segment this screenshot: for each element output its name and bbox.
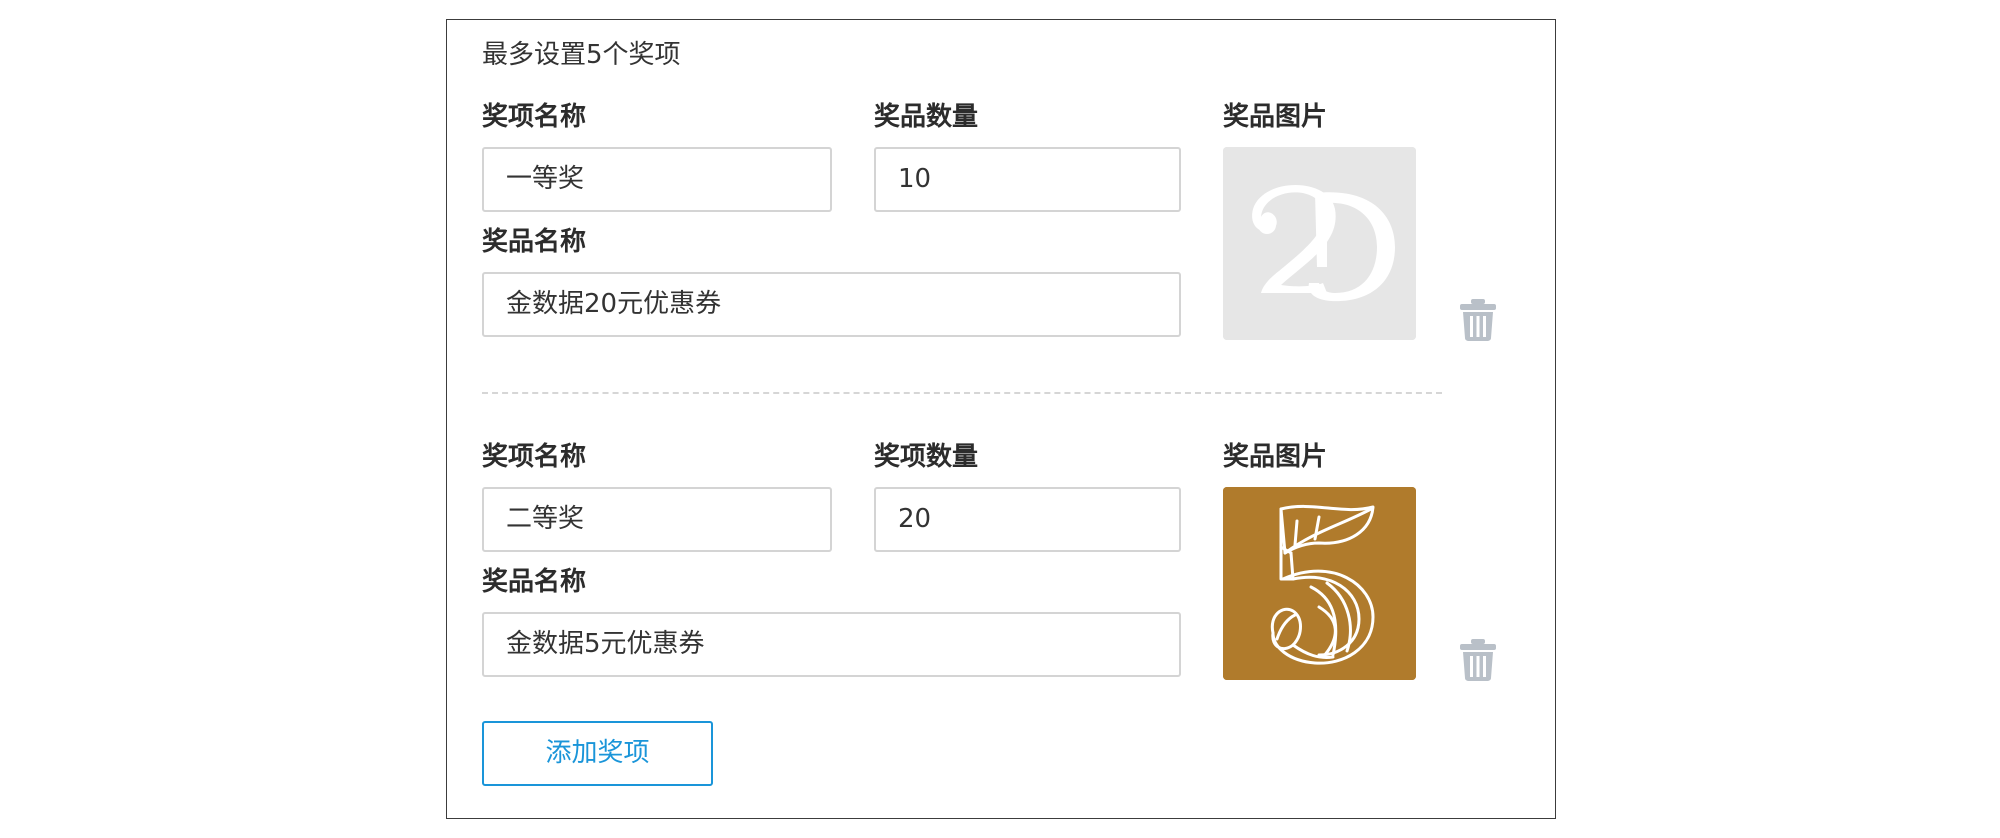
award-quantity-input[interactable]: 20 [874,487,1181,552]
prize-item-1: 奖项名称 一等奖 奖品数量 10 奖品图片 奖品名称 金数据20元优惠券 [447,20,1555,341]
prize-image-5[interactable] [1223,487,1416,680]
award-name-label: 奖项名称 [482,102,587,132]
prize-settings-panel: 最多设置5个奖项 奖项名称 一等奖 奖品数量 10 奖品图片 奖品名称 金数据2… [446,19,1556,819]
delete-prize-trash-icon[interactable] [1459,298,1497,342]
award-name-input[interactable]: 一等奖 [482,147,832,212]
prize-name-label: 奖品名称 [482,567,587,597]
delete-prize-trash-icon[interactable] [1459,638,1497,682]
prize-quantity-input[interactable]: 10 [874,147,1181,212]
award-quantity-label: 奖项数量 [874,442,979,472]
award-name-label: 奖项名称 [482,442,587,472]
prize-image-20[interactable] [1223,147,1416,340]
prize-name-label: 奖品名称 [482,227,587,257]
award-name-input[interactable]: 二等奖 [482,487,832,552]
number-5-graphic-icon [1223,487,1416,680]
prize-name-input[interactable]: 金数据5元优惠券 [482,612,1181,677]
add-prize-button[interactable]: 添加奖项 [482,721,713,786]
prize-item-2: 奖项名称 二等奖 奖项数量 20 奖品图片 奖品名称 金数据5元优惠券 [447,360,1555,681]
number-20-graphic-icon [1223,147,1416,340]
prize-name-input[interactable]: 金数据20元优惠券 [482,272,1181,337]
prize-quantity-label: 奖品数量 [874,102,979,132]
prize-image-label: 奖品图片 [1223,442,1328,472]
prize-image-label: 奖品图片 [1223,102,1328,132]
